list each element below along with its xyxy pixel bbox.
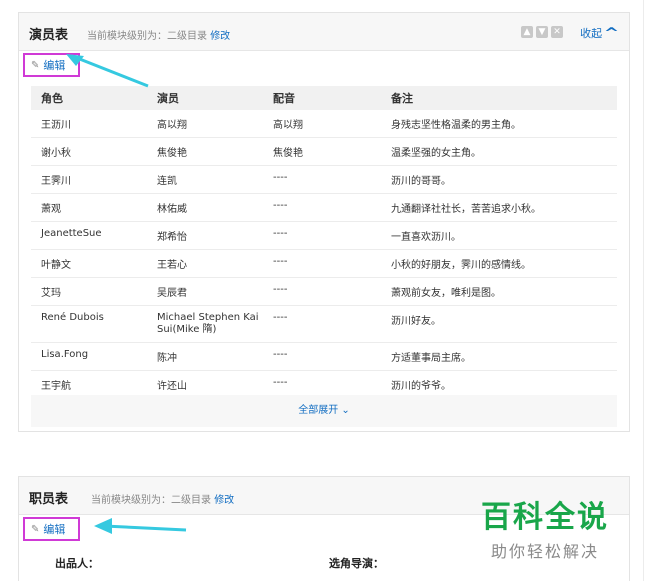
producer-label: 出品人： — [55, 557, 99, 570]
note-cell: 身残志坚性格温柔的男主角。 — [381, 110, 617, 138]
role-cell: 艾玛 — [31, 277, 147, 306]
table-row: JeanetteSue 郑希怡 ---- 一直喜欢沥川。 — [31, 221, 617, 250]
note-cell: 沥川的哥哥。 — [381, 165, 617, 194]
module-level-label: 当前模块级别为：二级目录 — [91, 495, 211, 506]
staff-panel-title: 职员表 — [29, 492, 69, 507]
actor-cell: 高以翔 — [147, 110, 263, 138]
pencil-icon: ✎ — [31, 523, 40, 535]
actor-cell: 陈冲 — [147, 342, 263, 371]
watermark-logo: 百科全说 助你轻松解决 — [470, 492, 620, 562]
note-cell: 萧观前女友，唯利是图。 — [381, 277, 617, 306]
edit-label: 编辑 — [43, 523, 66, 536]
expand-all-label: 全部展开 — [298, 405, 339, 416]
role-cell: 萧观 — [31, 193, 147, 222]
column-header: 配音 — [263, 86, 381, 110]
collapse-button[interactable]: 收起 ^ — [580, 25, 620, 41]
actor-cell: 林佑威 — [147, 193, 263, 222]
note-cell: 温柔坚强的女主角。 — [381, 137, 617, 166]
expand-all-button[interactable]: 全部展开 ⌄ — [31, 395, 617, 427]
actor-cell: 郑希怡 — [147, 221, 263, 250]
collapse-label: 收起 — [580, 27, 603, 40]
role-cell: 王霁川 — [31, 165, 147, 194]
role-cell: 谢小秋 — [31, 137, 147, 166]
table-row: 王沥川 高以翔 高以翔 身残志坚性格温柔的男主角。 — [31, 110, 617, 138]
voice-cell: ---- — [263, 277, 381, 306]
voice-cell: ---- — [263, 193, 381, 222]
panel-tools: ▲ ▼ ✕ — [521, 26, 563, 38]
table-row: 谢小秋 焦俊艳 焦俊艳 温柔坚强的女主角。 — [31, 137, 617, 166]
cast-table: 角色 演员 配音 备注 王沥川 高以翔 高以翔 身残志坚性格温柔的男主角。 谢小… — [31, 86, 617, 399]
actor-cell: Michael Stephen Kai Sui(Mike 隋) — [147, 305, 263, 343]
column-header: 演员 — [147, 86, 263, 110]
table-row: 萧观 林佑威 ---- 九通翻译社社长，苦苦追求小秋。 — [31, 193, 617, 222]
move-down-icon[interactable]: ▼ — [536, 26, 548, 38]
annotation-arrow — [94, 518, 187, 534]
actor-cell: 焦俊艳 — [147, 137, 263, 166]
voice-cell: 高以翔 — [263, 110, 381, 138]
table-row: René Dubois Michael Stephen Kai Sui(Mike… — [31, 305, 617, 343]
watermark-title: 百科全说 — [481, 500, 609, 535]
table-row: 王霁川 连凯 ---- 沥川的哥哥。 — [31, 165, 617, 194]
note-cell: 小秋的好朋友，霁川的感情线。 — [381, 249, 617, 278]
voice-cell: ---- — [263, 305, 381, 343]
chevron-down-icon: ⌄ — [341, 405, 350, 416]
module-level-info: 当前模块级别为：二级目录 修改 — [87, 27, 230, 42]
annotation-arrow — [66, 54, 149, 88]
module-edit-link[interactable]: 修改 — [210, 31, 230, 42]
pencil-icon: ✎ — [31, 59, 40, 71]
note-cell: 沥川好友。 — [381, 305, 617, 343]
note-cell: 一直喜欢沥川。 — [381, 221, 617, 250]
table-row: 艾玛 吴辰君 ---- 萧观前女友，唯利是图。 — [31, 277, 617, 306]
actor-cell: 吴辰君 — [147, 277, 263, 306]
role-cell: 王沥川 — [31, 110, 147, 138]
note-cell: 方适董事局主席。 — [381, 342, 617, 371]
role-cell: JeanetteSue — [31, 221, 147, 250]
voice-cell: ---- — [263, 249, 381, 278]
role-cell: René Dubois — [31, 305, 147, 343]
table-row: Lisa.Fong 陈冲 ---- 方适董事局主席。 — [31, 342, 617, 371]
cast-panel-title: 演员表 — [29, 28, 69, 43]
actor-cell: 连凯 — [147, 165, 263, 194]
page-divider — [643, 0, 644, 581]
voice-cell: ---- — [263, 342, 381, 371]
note-cell: 九通翻译社社长，苦苦追求小秋。 — [381, 193, 617, 222]
cast-panel-header: 演员表 当前模块级别为：二级目录 修改 ▲ ▼ ✕ 收起 ^ — [19, 13, 629, 51]
voice-cell: 焦俊艳 — [263, 137, 381, 166]
voice-cell: ---- — [263, 165, 381, 194]
column-header: 备注 — [381, 86, 617, 110]
actor-cell: 王若心 — [147, 249, 263, 278]
module-level-info: 当前模块级别为：二级目录 修改 — [91, 491, 234, 506]
module-edit-link[interactable]: 修改 — [214, 495, 234, 506]
casting-director-label: 选角导演： — [329, 557, 384, 570]
table-row: 叶静文 王若心 ---- 小秋的好朋友，霁川的感情线。 — [31, 249, 617, 278]
role-cell: Lisa.Fong — [31, 342, 147, 371]
chevron-up-icon: ^ — [603, 25, 620, 41]
role-cell: 叶静文 — [31, 249, 147, 278]
voice-cell: ---- — [263, 221, 381, 250]
watermark-subtitle: 助你轻松解决 — [490, 542, 599, 561]
edit-button[interactable]: ✎ 编辑 — [23, 517, 80, 541]
module-level-label: 当前模块级别为：二级目录 — [87, 31, 207, 42]
close-icon[interactable]: ✕ — [551, 26, 563, 38]
move-up-icon[interactable]: ▲ — [521, 26, 533, 38]
